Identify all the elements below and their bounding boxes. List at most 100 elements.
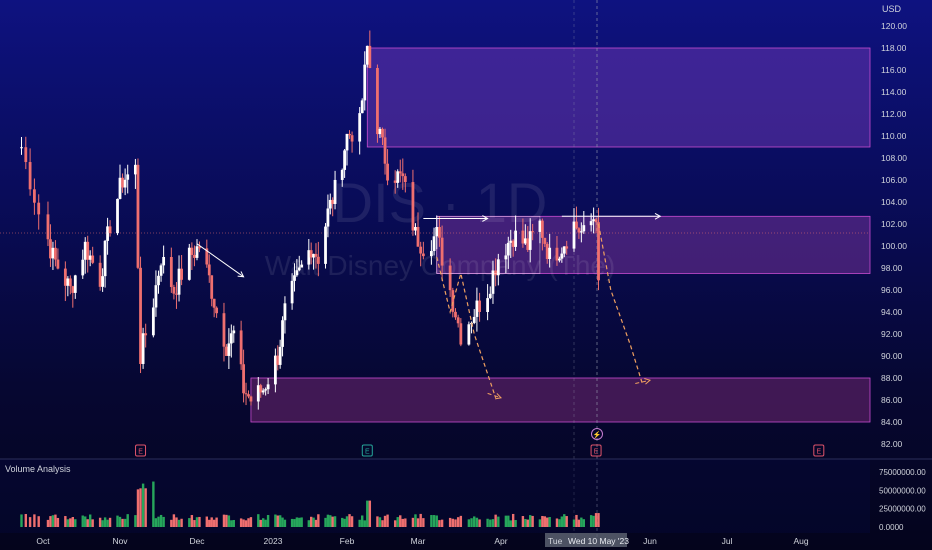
candle-body: [151, 307, 155, 336]
candle-body: [195, 246, 199, 258]
price-tick: 94.00: [881, 307, 903, 317]
candle-body: [33, 189, 36, 203]
candle-body: [523, 238, 527, 244]
volume-bar: [399, 515, 402, 527]
candle-body: [49, 239, 52, 259]
earnings-marker-0[interactable]: E: [135, 444, 147, 457]
candle-body: [363, 64, 367, 101]
candle-body: [307, 250, 311, 265]
volume-bar: [414, 514, 417, 527]
candle-body: [511, 240, 515, 247]
candle-body: [88, 255, 92, 260]
candle-body: [300, 264, 304, 268]
price-tick: 116.00: [881, 65, 907, 75]
volume-bar: [159, 514, 163, 527]
volume-bar: [580, 517, 583, 527]
volume-bar: [341, 517, 344, 527]
trend-arrow[interactable]: [196, 243, 244, 278]
earnings-marker-3[interactable]: E: [813, 444, 825, 457]
candle-body: [521, 230, 525, 244]
volume-bar: [49, 516, 52, 527]
price-tick: 96.00: [881, 285, 903, 295]
time-tick: Feb: [340, 536, 355, 546]
candle-body: [393, 180, 397, 183]
earnings-marker-2[interactable]: E: [590, 444, 602, 457]
volume-bar: [208, 519, 211, 527]
volume-bar: [33, 514, 36, 527]
earnings-marker-1[interactable]: E: [361, 444, 373, 457]
earnings-events[interactable]: E E E E ⚡: [135, 428, 825, 457]
volume-bar: [86, 519, 89, 527]
price-tick: 106.00: [881, 175, 907, 185]
candle-body: [467, 324, 471, 345]
volume-bar: [230, 520, 233, 527]
svg-text:Wed 10 May '23: Wed 10 May '23: [568, 536, 629, 546]
zone-2[interactable]: [250, 377, 871, 423]
candle-body: [491, 270, 495, 294]
earnings-marker-label: E: [594, 449, 599, 456]
volume-bar: [56, 517, 60, 527]
candle-body: [398, 171, 402, 174]
candle-body: [368, 45, 372, 68]
candle-body: [562, 246, 566, 254]
price-tick: 92.00: [881, 329, 903, 339]
svg-text:Tue: Tue: [548, 536, 563, 546]
candle-body: [545, 243, 549, 259]
candle-body: [56, 259, 60, 269]
candle-body: [494, 270, 498, 276]
candle-body: [365, 45, 369, 65]
candle-body: [227, 343, 231, 356]
candle-body: [229, 333, 233, 344]
candle-body: [421, 253, 425, 257]
time-tick: Oct: [36, 536, 50, 546]
volume-bar: [46, 519, 50, 527]
volume-bar: [475, 517, 479, 527]
volume-bar: [440, 519, 444, 527]
volume-bar: [459, 515, 463, 527]
volume-bar: [215, 517, 218, 527]
volume-bar: [401, 518, 404, 527]
volume-bar: [152, 481, 155, 527]
volume-tick: 0.0000: [879, 523, 904, 532]
candle-body: [106, 226, 109, 241]
candle-body: [212, 298, 216, 308]
price-chart[interactable]: DIS · 1D Walt Disney Company (The) E E E E⚡…: [0, 0, 932, 550]
volume-bar: [594, 513, 598, 527]
candle-body: [290, 280, 294, 304]
candle-body: [496, 259, 500, 276]
candle-body: [71, 286, 75, 293]
price-axis[interactable]: USD 120.00 118.00 116.00 114.00 112.00 110.00…: [881, 4, 907, 449]
candle-body: [514, 230, 517, 247]
volume-bar: [456, 517, 460, 527]
volume-bar: [261, 518, 265, 527]
candle-body: [324, 226, 327, 264]
volume-bar: [180, 518, 183, 527]
time-axis[interactable]: Oct Nov Dec 2023 Feb Mar Apr Jun Jul Aug: [36, 536, 808, 546]
candle-body: [118, 177, 122, 199]
zone-0[interactable]: [366, 47, 871, 148]
candle-body: [103, 240, 107, 277]
volume-bar: [381, 520, 384, 527]
candle-body: [239, 330, 243, 365]
dividend-marker[interactable]: ⚡: [591, 428, 603, 440]
price-tick: 90.00: [881, 351, 903, 361]
candle-body: [247, 394, 250, 397]
price-tick: 100.00: [881, 241, 907, 251]
volume-bar: [555, 518, 559, 527]
candle-body: [411, 182, 415, 231]
price-tick: 108.00: [881, 153, 907, 163]
volume-bar: [172, 514, 176, 527]
candle-body: [225, 346, 228, 356]
volume-bar: [363, 520, 366, 527]
candle-body: [162, 256, 166, 266]
volume-bar: [37, 516, 40, 527]
volume-bar: [333, 516, 337, 527]
volume-bar: [511, 513, 515, 527]
candle-body: [526, 238, 530, 250]
volume-bar: [249, 517, 253, 527]
candle-body: [597, 222, 600, 281]
candle-body: [309, 250, 313, 258]
volume-bar: [541, 515, 544, 527]
volume-bar: [329, 515, 332, 527]
volume-bar: [383, 515, 387, 527]
